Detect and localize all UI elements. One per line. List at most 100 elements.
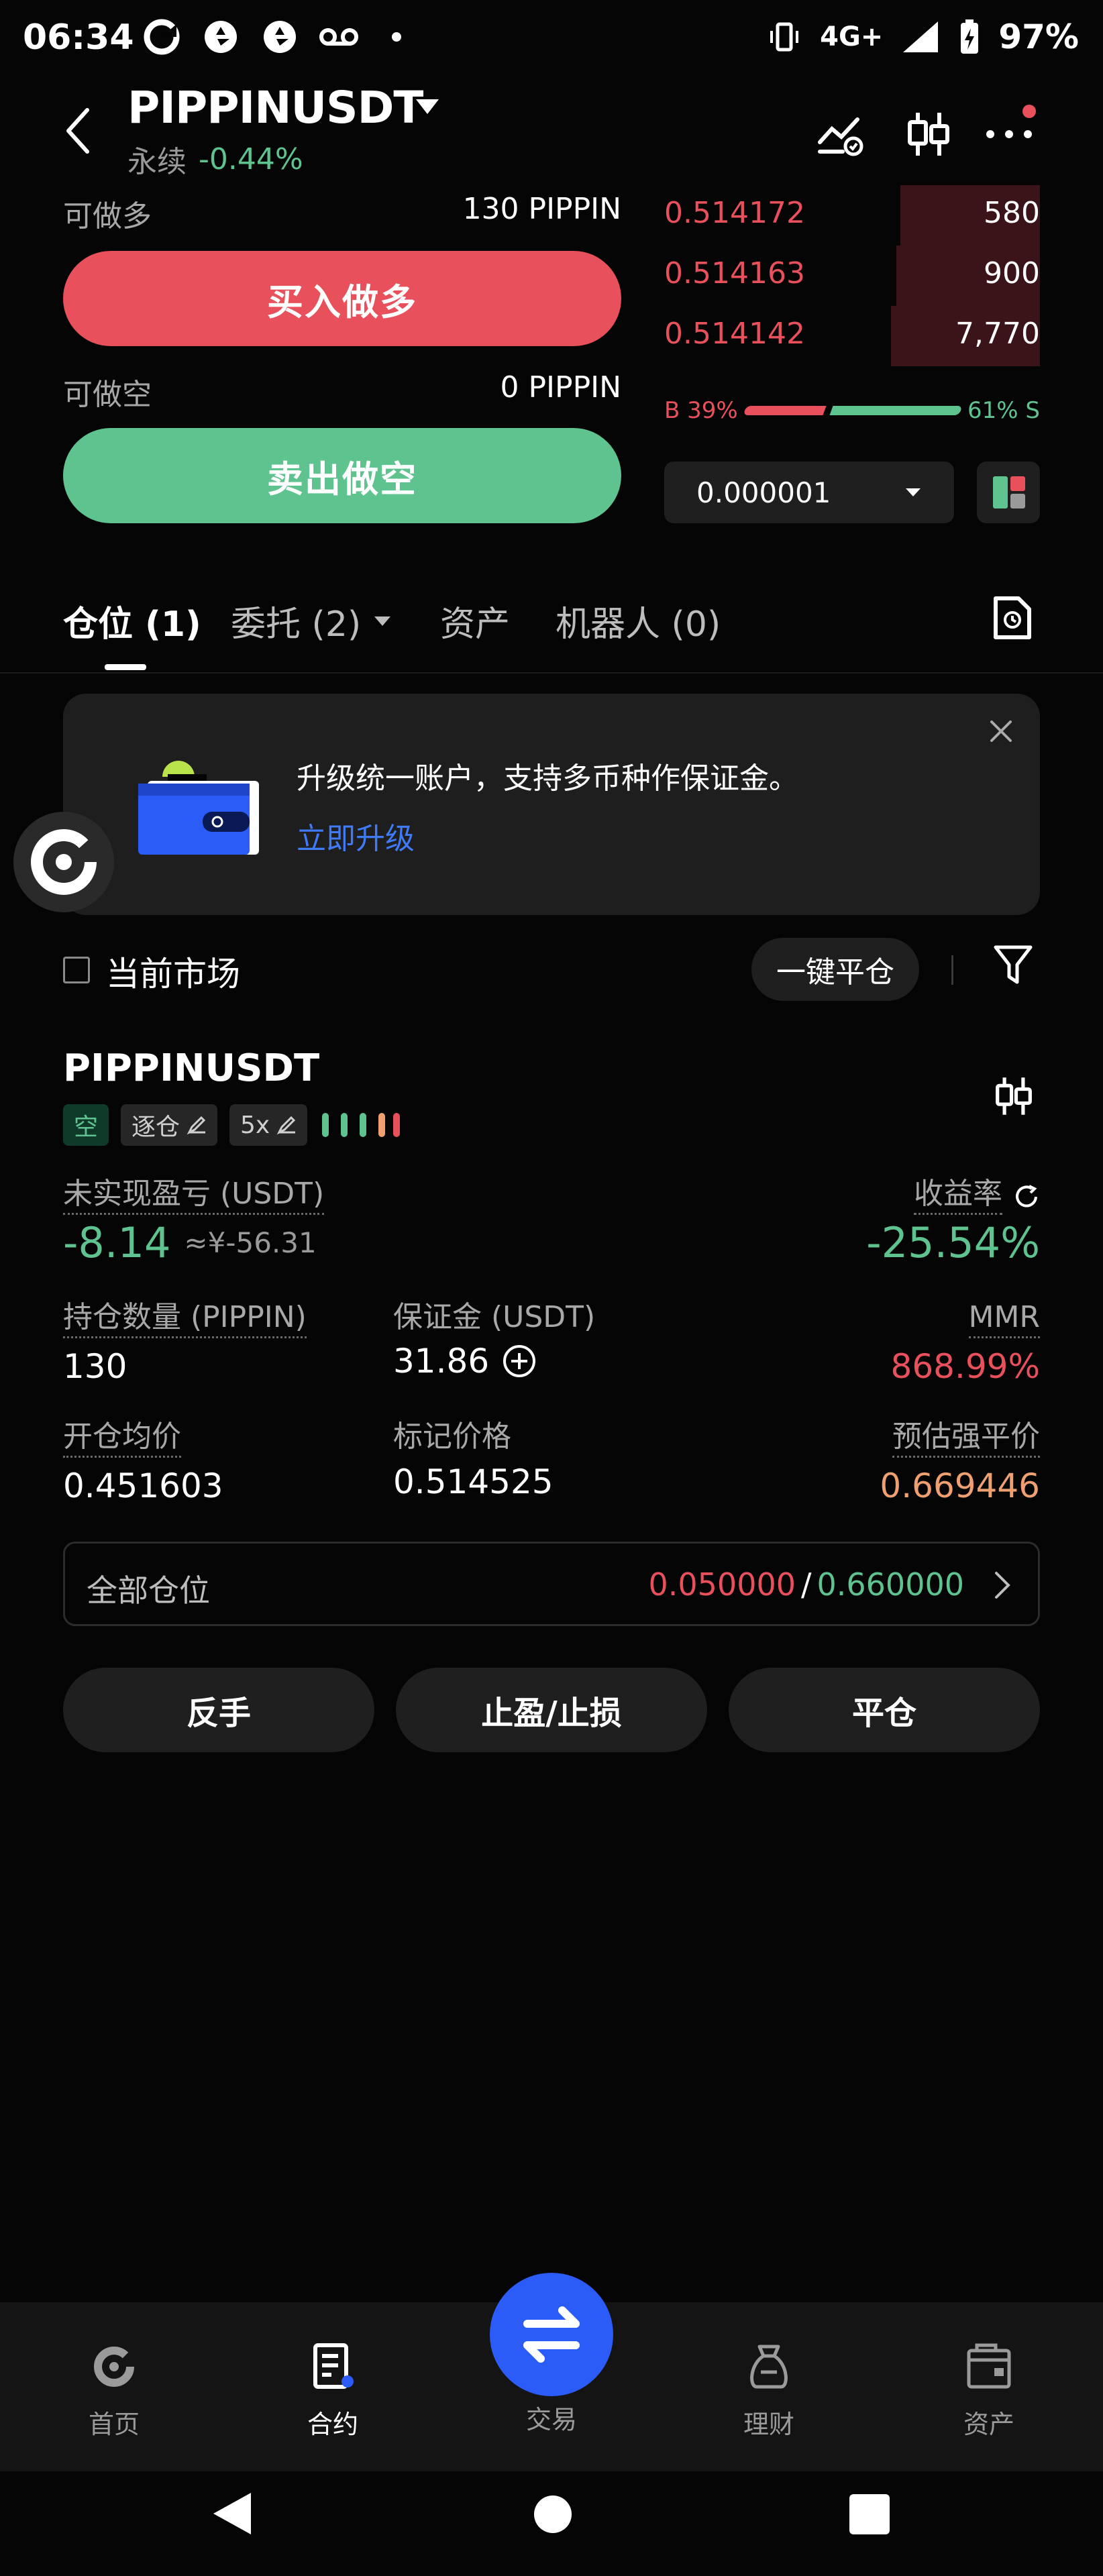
- orderbook-ask-row[interactable]: 0.514142 7,770: [664, 306, 1040, 366]
- nav-contract[interactable]: 合约: [266, 2341, 400, 2440]
- liq-price-label[interactable]: 预估强平价: [892, 1420, 1040, 1458]
- buy-ratio-bar: [743, 406, 827, 415]
- entry-price-value: 0.451603: [63, 1466, 223, 1505]
- ask-qty: 580: [984, 196, 1040, 230]
- ratio-bar: [743, 406, 963, 415]
- upgrade-link[interactable]: 立即升级: [297, 814, 415, 857]
- ask-price: 0.514163: [664, 256, 805, 290]
- sl-value: 0.660000: [817, 1566, 965, 1603]
- active-tab-indicator: [105, 664, 146, 670]
- status-time: 06:34: [23, 17, 134, 58]
- precision-select[interactable]: 0.000001: [664, 462, 954, 523]
- margin-mode-label: 逐仓: [132, 1114, 180, 1141]
- position-symbol: PIPPINUSDT: [63, 1046, 320, 1090]
- price-change: -0.44%: [199, 142, 303, 176]
- tabs-divider: [0, 672, 1103, 674]
- orderbook-ask-row[interactable]: 0.514172 580: [664, 185, 1040, 246]
- orderbook-layout-button[interactable]: [977, 462, 1040, 523]
- precision-value: 0.000001: [696, 476, 831, 509]
- vibrate-icon: [770, 22, 799, 52]
- candlestick-chart-icon[interactable]: [992, 1071, 1036, 1122]
- tpsl-label: 全部仓位: [87, 1572, 210, 1609]
- leverage-tag[interactable]: 5x: [229, 1104, 308, 1146]
- battery-charging-icon: [961, 19, 979, 54]
- voicemail-icon: [319, 28, 358, 46]
- nav-assets[interactable]: 资产: [922, 2341, 1056, 2440]
- margin-label: 保证金 (USDT): [393, 1300, 596, 1334]
- buy-long-button[interactable]: 买入做多: [63, 251, 621, 346]
- margin-mode-tag[interactable]: 逐仓: [121, 1104, 218, 1146]
- short-available-label: 可做空: [63, 378, 152, 412]
- sell-ratio-bar: [829, 406, 963, 415]
- contract-icon: [313, 2343, 354, 2389]
- position-size-value: 130: [63, 1347, 127, 1386]
- tpsl-values: 0.050000 / 0.660000: [649, 1566, 965, 1603]
- buy-sell-ratio: B 39% 61% S: [664, 397, 1040, 424]
- nav-finance-label: 理财: [743, 2410, 794, 2439]
- unrealized-pnl: -8.14 ≈¥-56.31: [63, 1218, 317, 1267]
- separator: [951, 955, 953, 985]
- tab-assets[interactable]: 资产: [440, 596, 510, 646]
- candlestick-chart-icon[interactable]: [903, 109, 954, 160]
- strategy-chart-icon[interactable]: [816, 109, 867, 160]
- pair-title[interactable]: PIPPINUSDT: [127, 82, 423, 133]
- tpsl-button[interactable]: 止盈/止损: [396, 1668, 707, 1752]
- upgrade-banner[interactable]: 升级统一账户，支持多币种作保证金。 立即升级: [63, 694, 1040, 915]
- app-logo-icon: [31, 829, 97, 895]
- mark-price-label: 标记价格: [393, 1419, 511, 1454]
- mmr-label[interactable]: MMR: [968, 1301, 1040, 1339]
- tab-orders[interactable]: 委托 (2): [231, 596, 392, 646]
- close-icon[interactable]: [988, 718, 1014, 745]
- position-tags: 空 逐仓 5x: [63, 1104, 401, 1146]
- order-history-icon[interactable]: [992, 594, 1033, 641]
- close-position-button[interactable]: 平仓: [729, 1668, 1040, 1752]
- current-market-label[interactable]: 当前市场: [106, 947, 240, 996]
- nav-home-label: 首页: [88, 2410, 140, 2439]
- filter-icon[interactable]: [993, 943, 1033, 986]
- home-icon: [94, 2347, 134, 2387]
- side-tag: 空: [63, 1104, 109, 1146]
- add-margin-icon[interactable]: [501, 1343, 537, 1379]
- position-size-label[interactable]: 持仓数量 (PIPPIN): [63, 1301, 307, 1339]
- tab-bots[interactable]: 机器人 (0): [556, 596, 721, 646]
- refresh-icon[interactable]: [1013, 1183, 1040, 1210]
- close-all-button[interactable]: 一键平仓: [751, 938, 919, 1001]
- margin: 31.86: [393, 1342, 537, 1381]
- entry-price-label[interactable]: 开仓均价: [63, 1420, 181, 1458]
- tpsl-row[interactable]: 全部仓位 0.050000 / 0.660000: [63, 1542, 1040, 1626]
- long-available-value: 130 PIPPIN: [462, 192, 621, 226]
- swap-icon: [523, 2306, 580, 2363]
- reverse-button[interactable]: 反手: [63, 1668, 374, 1752]
- current-market-checkbox[interactable]: [63, 957, 90, 983]
- signal-icon: [903, 21, 939, 52]
- nav-finance[interactable]: 理财: [702, 2341, 836, 2440]
- nav-trade-label[interactable]: 交易: [484, 2399, 619, 2436]
- floating-assistant-button[interactable]: [13, 812, 114, 912]
- aperture-icon: [264, 21, 296, 53]
- notification-badge: [1022, 105, 1036, 118]
- trade-fab-button[interactable]: [490, 2273, 613, 2396]
- pair-dropdown-icon[interactable]: [416, 99, 439, 114]
- nav-home[interactable]: 首页: [47, 2341, 181, 2440]
- unrealized-pnl-label[interactable]: 未实现盈亏 (USDT): [63, 1177, 325, 1216]
- system-home-icon[interactable]: [534, 2496, 572, 2533]
- ask-qty: 900: [984, 256, 1040, 290]
- ask-price: 0.514142: [664, 317, 805, 351]
- tab-orders-label: 委托 (2): [231, 604, 362, 645]
- orderbook-ask-row[interactable]: 0.514163 900: [664, 246, 1040, 306]
- notification-dot-icon: [392, 32, 401, 42]
- roe-header: 收益率: [914, 1177, 1040, 1216]
- tab-positions[interactable]: 仓位 (1): [63, 596, 201, 646]
- layout-grid-icon: [993, 476, 1025, 508]
- finance-icon: [750, 2345, 788, 2389]
- sell-ratio-label: 61% S: [967, 397, 1040, 424]
- system-recents-icon[interactable]: [849, 2494, 890, 2534]
- network-type: 4G+: [820, 21, 884, 52]
- sell-short-button[interactable]: 卖出做空: [63, 428, 621, 523]
- status-right: 4G+ 97%: [766, 17, 1079, 56]
- back-icon[interactable]: [64, 107, 91, 154]
- wallet-illustration-icon: [138, 761, 259, 855]
- chevron-down-icon: [374, 616, 391, 626]
- system-back-icon[interactable]: [211, 2490, 254, 2537]
- roe-label[interactable]: 收益率: [914, 1177, 1002, 1216]
